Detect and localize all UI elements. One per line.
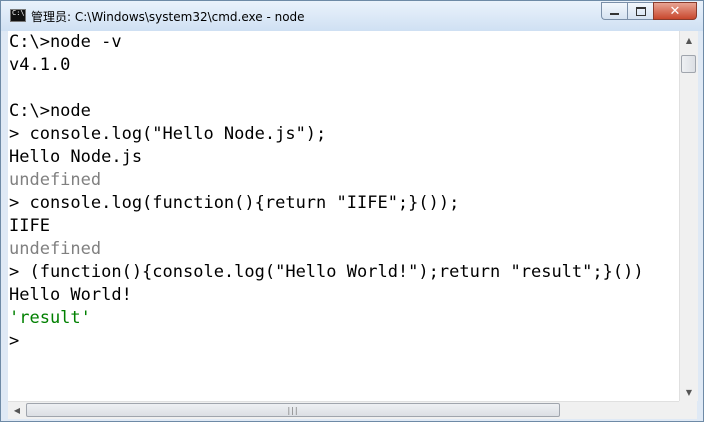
vertical-scrollbar[interactable]: ▲ ▼ <box>679 31 698 401</box>
console-line: > console.log(function(){return "IIFE";}… <box>9 193 460 213</box>
console-line: C:\>node <box>9 101 91 121</box>
console-line: 'result' <box>9 308 91 328</box>
close-icon: ✕ <box>669 3 681 19</box>
console-line: Hello World! <box>9 285 132 305</box>
grip-icon: ||| <box>287 405 299 415</box>
title-bar[interactable]: 管理员: C:\Windows\system32\cmd.exe - node … <box>1 1 703 31</box>
console-line: v4.1.0 <box>9 55 71 75</box>
console-line: undefined <box>9 170 102 190</box>
console-line: undefined <box>9 239 102 259</box>
arrow-down-icon: ▼ <box>685 387 693 397</box>
maximize-icon <box>635 6 646 16</box>
console-line: > (function(){console.log("Hello World!"… <box>9 262 644 282</box>
minimize-icon <box>610 13 619 15</box>
maximize-button[interactable] <box>627 2 653 20</box>
console-line: Hello Node.js <box>9 147 143 167</box>
minimize-button[interactable] <box>601 2 627 20</box>
cmd-icon[interactable] <box>10 9 26 22</box>
console-window: 管理员: C:\Windows\system32\cmd.exe - node … <box>0 0 704 422</box>
console-line: > console.log("Hello Node.js"); <box>9 124 327 144</box>
console-line: IIFE <box>9 216 50 236</box>
size-grip[interactable] <box>679 401 697 418</box>
console-prompt[interactable]: > <box>9 330 19 353</box>
arrow-up-icon: ▲ <box>685 35 693 45</box>
console-line: C:\>node -v <box>9 32 122 52</box>
horizontal-scroll-thumb[interactable]: ||| <box>26 403 560 417</box>
close-button[interactable]: ✕ <box>653 2 697 20</box>
console-output[interactable]: C:\>node -v v4.1.0 C:\>node > console.lo… <box>8 31 679 401</box>
scroll-up-button[interactable]: ▲ <box>680 31 698 49</box>
scroll-left-button[interactable]: ◀ <box>8 402 26 419</box>
window-title: 管理员: C:\Windows\system32\cmd.exe - node <box>31 10 305 24</box>
vertical-scroll-thumb[interactable] <box>681 55 696 73</box>
caption-buttons: ✕ <box>601 2 697 21</box>
horizontal-scrollbar[interactable]: ◀ ||| ▶ <box>8 401 697 419</box>
arrow-left-icon: ◀ <box>13 406 21 415</box>
scroll-down-button[interactable]: ▼ <box>680 383 698 401</box>
